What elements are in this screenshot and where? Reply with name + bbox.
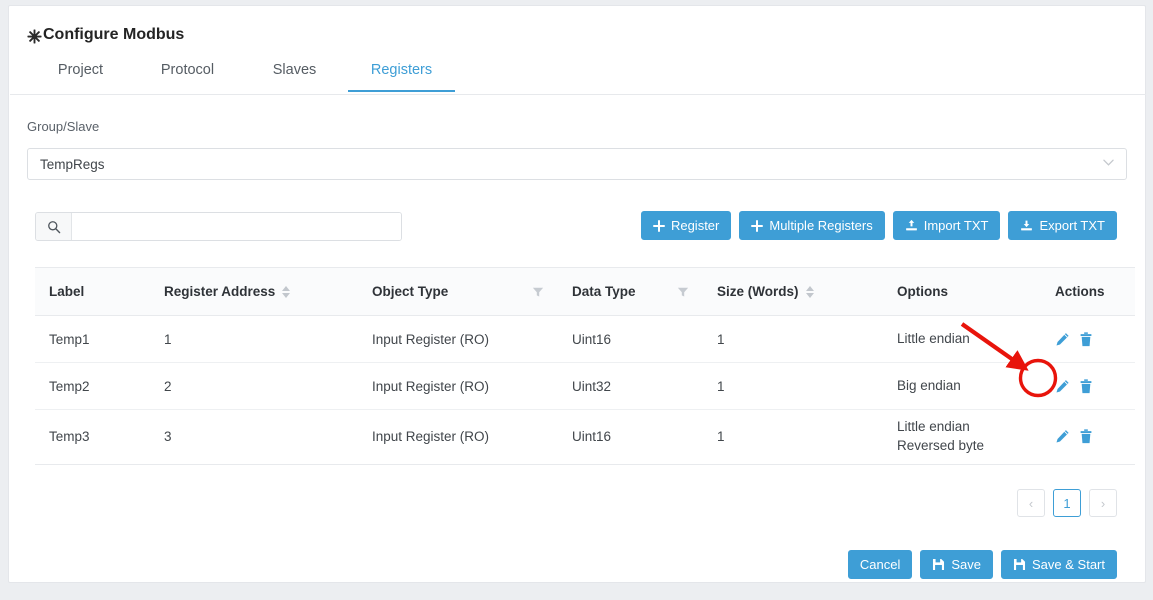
cancel-label: Cancel [859, 557, 901, 572]
app-root: Configure Modbus Project Protocol Slaves… [0, 0, 1153, 600]
cell-actions [1041, 370, 1135, 403]
cell-label: Temp2 [49, 378, 90, 394]
chevron-down-icon [1103, 159, 1114, 170]
delete-row-button[interactable] [1079, 378, 1093, 394]
save-label: Save [951, 557, 982, 572]
column-header-object-type: Object Type [358, 268, 558, 315]
pagination: ‹ 1 › [1017, 489, 1117, 517]
cell-register-address: 3 [164, 429, 172, 445]
sort-icon-size-words[interactable] [805, 285, 814, 298]
page-title-text: Configure Modbus [43, 26, 185, 43]
export-txt-button[interactable]: Export TXT [1008, 211, 1117, 240]
tabs-divider [10, 94, 1146, 95]
export-txt-label: Export TXT [1039, 218, 1105, 233]
save-and-start-button[interactable]: Save & Start [1001, 550, 1117, 579]
option-line: Big endian [897, 377, 961, 393]
cancel-button[interactable]: Cancel [847, 550, 913, 579]
add-register-label: Register [670, 218, 720, 233]
column-header-size-words-text: Size (Words) [717, 284, 799, 299]
tab-protocol[interactable]: Protocol [134, 52, 241, 92]
add-multiple-registers-button[interactable]: Multiple Registers [739, 211, 885, 240]
gear-icon [27, 28, 42, 44]
group-slave-select[interactable]: TempRegs [27, 148, 1127, 180]
upload-icon [905, 219, 918, 232]
cell-object-type: Input Register (RO) [372, 429, 490, 445]
sort-icon-register-address[interactable] [282, 285, 291, 298]
cell-label: Temp3 [49, 429, 90, 445]
table-row: Temp1 1 Input Register (RO) Uint16 1 Lit… [35, 316, 1135, 363]
tab-project[interactable]: Project [27, 52, 134, 92]
cell-size-words: 1 [717, 429, 725, 445]
cell-actions [1041, 420, 1135, 453]
filter-icon-data-type[interactable] [677, 286, 689, 298]
group-slave-label: Group/Slave [27, 119, 100, 134]
import-txt-label: Import TXT [923, 218, 989, 233]
search-icon[interactable] [36, 213, 72, 240]
search-box [35, 212, 402, 241]
table-row: Temp3 3 Input Register (RO) Uint16 1 Lit… [35, 410, 1135, 464]
cell-object-type: Input Register (RO) [372, 331, 490, 347]
footer-actions: Cancel Save Save & Start [847, 550, 1117, 579]
column-header-object-type-text: Object Type [372, 284, 449, 299]
option-line: Little endian [897, 419, 970, 434]
cell-size-words: 1 [717, 378, 725, 394]
cell-object-type: Input Register (RO) [372, 378, 490, 394]
cell-data-type: Uint16 [572, 331, 612, 347]
add-register-button[interactable]: Register [640, 211, 732, 240]
column-header-options-text: Options [897, 284, 948, 299]
tab-bar: Project Protocol Slaves Registers [27, 52, 1127, 94]
search-input[interactable] [72, 213, 401, 240]
column-header-options: Options [883, 268, 1041, 315]
group-slave-value: TempRegs [40, 156, 105, 172]
column-header-actions: Actions [1041, 268, 1135, 315]
column-header-data-type: Data Type [558, 268, 703, 315]
page-title: Configure Modbus [27, 26, 184, 44]
pagination-prev[interactable]: ‹ [1017, 489, 1045, 517]
table-header-row: Label Register Address Object Type Data … [35, 268, 1135, 316]
cell-label: Temp1 [49, 331, 90, 347]
table-toolbar: Register Multiple Registers Import TXT E… [640, 211, 1117, 240]
floppy-disk-icon [932, 558, 945, 571]
column-header-data-type-text: Data Type [572, 284, 636, 299]
edit-row-button[interactable] [1055, 429, 1070, 444]
delete-row-button[interactable] [1079, 331, 1093, 347]
cell-options: Little endian Reversed byte [883, 410, 1041, 464]
tab-registers[interactable]: Registers [348, 52, 455, 92]
add-multiple-registers-label: Multiple Registers [769, 218, 873, 233]
table-row: Temp2 2 Input Register (RO) Uint32 1 Big… [35, 363, 1135, 410]
tab-slaves[interactable]: Slaves [241, 52, 348, 92]
registers-table: Label Register Address Object Type Data … [35, 267, 1135, 465]
save-button[interactable]: Save [920, 550, 994, 579]
option-line: Reversed byte [897, 437, 985, 453]
cell-size-words: 1 [717, 331, 725, 347]
cell-options: Little endian [883, 322, 1041, 357]
option-line: Little endian [897, 330, 970, 346]
column-header-label: Label [35, 268, 150, 315]
column-header-actions-text: Actions [1055, 284, 1105, 299]
cell-options: Big endian [883, 369, 1041, 404]
floppy-disk-icon [1013, 558, 1026, 571]
cell-register-address: 1 [164, 331, 172, 347]
pagination-page-1[interactable]: 1 [1053, 489, 1081, 517]
cell-register-address: 2 [164, 378, 172, 394]
cell-data-type: Uint32 [572, 378, 612, 394]
configure-modbus-card: Configure Modbus Project Protocol Slaves… [8, 5, 1146, 583]
cell-actions [1041, 323, 1135, 356]
edit-row-button[interactable] [1055, 379, 1070, 394]
download-icon [1020, 219, 1033, 232]
delete-row-button[interactable] [1079, 429, 1093, 444]
plus-icon [751, 219, 764, 232]
save-and-start-label: Save & Start [1032, 557, 1105, 572]
column-header-register-address[interactable]: Register Address [150, 268, 358, 315]
column-header-register-address-text: Register Address [164, 284, 276, 299]
plus-icon [652, 219, 665, 232]
cell-data-type: Uint16 [572, 429, 612, 445]
pagination-next[interactable]: › [1089, 489, 1117, 517]
column-header-label-text: Label [49, 284, 85, 299]
edit-row-button[interactable] [1055, 332, 1070, 347]
import-txt-button[interactable]: Import TXT [892, 211, 1001, 240]
column-header-size-words[interactable]: Size (Words) [703, 268, 883, 315]
filter-icon-object-type[interactable] [532, 286, 544, 298]
